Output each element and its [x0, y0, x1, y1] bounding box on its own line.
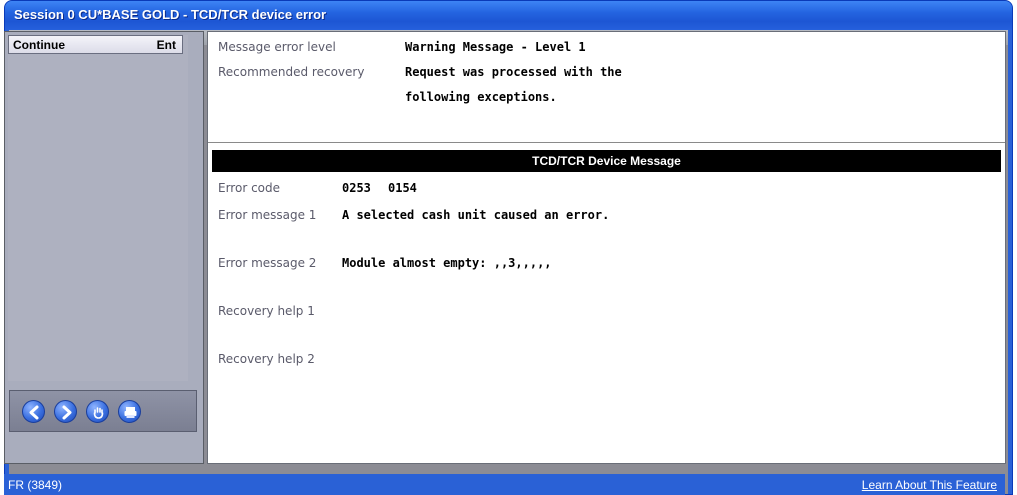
error-message-2-value: Module almost empty: ,,3,,,,,	[342, 256, 552, 270]
error-message-2-label: Error message 2	[218, 256, 317, 270]
recovery-label: Recommended recovery	[218, 65, 365, 79]
error-level-value: Warning Message - Level 1	[405, 40, 586, 54]
continue-command-key: Ent	[156, 38, 176, 52]
command-list: Continue Ent	[8, 35, 188, 381]
continue-command[interactable]: Continue Ent	[8, 35, 183, 54]
back-arrow-icon[interactable]	[22, 400, 45, 423]
print-icon[interactable]	[118, 400, 141, 423]
error-code-value-2: 0154	[388, 181, 417, 195]
stop-hand-icon[interactable]	[86, 400, 109, 423]
recovery-help-1-label: Recovery help 1	[218, 304, 315, 318]
divider	[208, 142, 1005, 143]
section-title: TCD/TCR Device Message	[532, 154, 681, 168]
title-bar[interactable]: Session 0 CU*BASE GOLD - TCD/TCR device …	[5, 1, 1012, 30]
recovery-help-2-label: Recovery help 2	[218, 352, 315, 366]
navigation-bar	[9, 390, 197, 432]
command-panel: Continue Ent	[4, 31, 204, 464]
screen-id: FR (3849)	[8, 478, 63, 492]
error-code-value-1: 0253	[342, 181, 371, 195]
recovery-value-line1: Request was processed with the	[405, 65, 622, 79]
error-message-1-label: Error message 1	[218, 208, 317, 222]
error-level-label: Message error level	[218, 40, 336, 54]
continue-command-label: Continue	[13, 38, 65, 52]
window-title: Session 0 CU*BASE GOLD - TCD/TCR device …	[14, 7, 327, 22]
status-bar: FR (3849) Learn About This Feature	[4, 474, 1005, 495]
error-message-1-value: A selected cash unit caused an error.	[342, 208, 610, 222]
recovery-value-line2: following exceptions.	[405, 90, 557, 104]
forward-arrow-icon[interactable]	[54, 400, 77, 423]
error-code-label: Error code	[218, 181, 281, 195]
learn-about-feature-link[interactable]: Learn About This Feature	[862, 478, 997, 492]
section-header: TCD/TCR Device Message	[212, 150, 1001, 172]
message-panel: Message error level Warning Message - Le…	[207, 31, 1006, 464]
